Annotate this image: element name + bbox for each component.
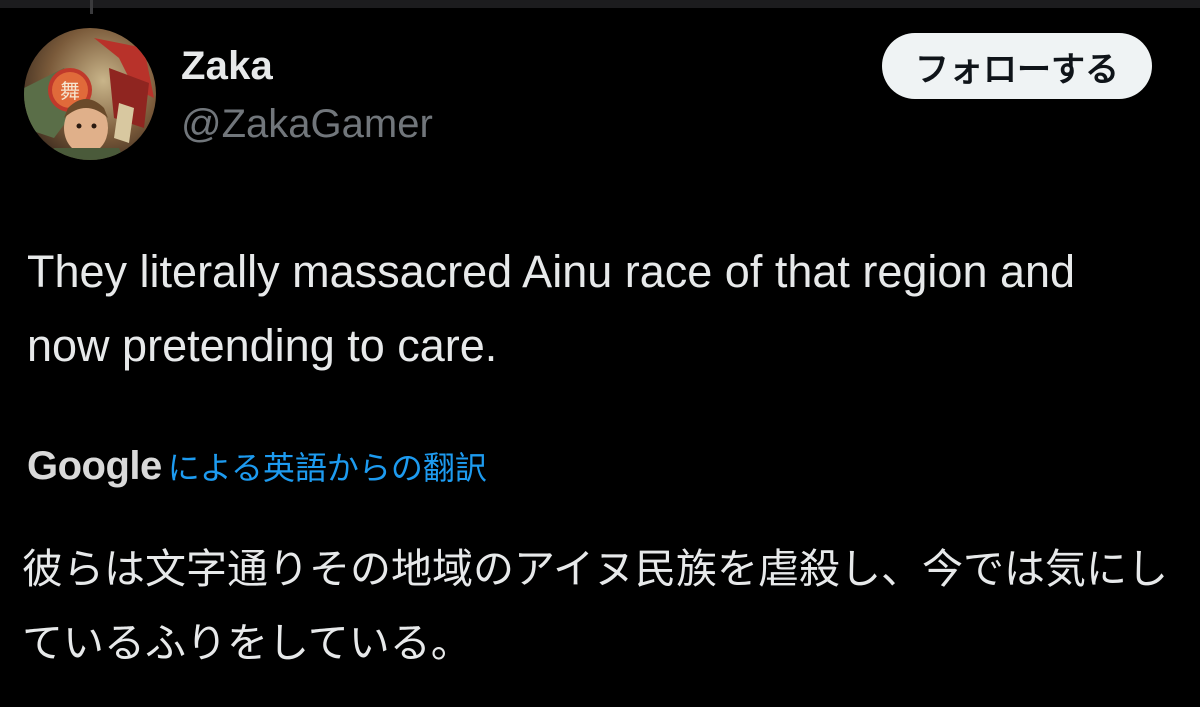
scroll-indicator xyxy=(90,0,93,14)
svg-text:舞: 舞 xyxy=(60,79,80,103)
display-name[interactable]: Zaka xyxy=(181,44,273,89)
follow-button[interactable]: フォローする xyxy=(882,33,1152,99)
top-divider xyxy=(0,0,1200,8)
avatar[interactable]: 舞 xyxy=(24,28,156,160)
tweet-text: They literally massacred Ainu race of th… xyxy=(27,246,1076,371)
translated-text: 彼らは文字通りその地域のアイヌ民族を虐殺し、今では気にしているふりをしている。 xyxy=(22,546,1168,666)
translation-header: Google による英語からの翻訳 xyxy=(27,443,487,489)
user-handle[interactable]: @ZakaGamer xyxy=(181,102,433,147)
avatar-image: 舞 xyxy=(24,28,156,160)
translation-source-link[interactable]: による英語からの翻訳 xyxy=(168,443,487,489)
tweet-view: 舞 Zaka @ZakaGamer フォローする They literally … xyxy=(0,0,1200,707)
google-logo: Google xyxy=(27,444,162,488)
